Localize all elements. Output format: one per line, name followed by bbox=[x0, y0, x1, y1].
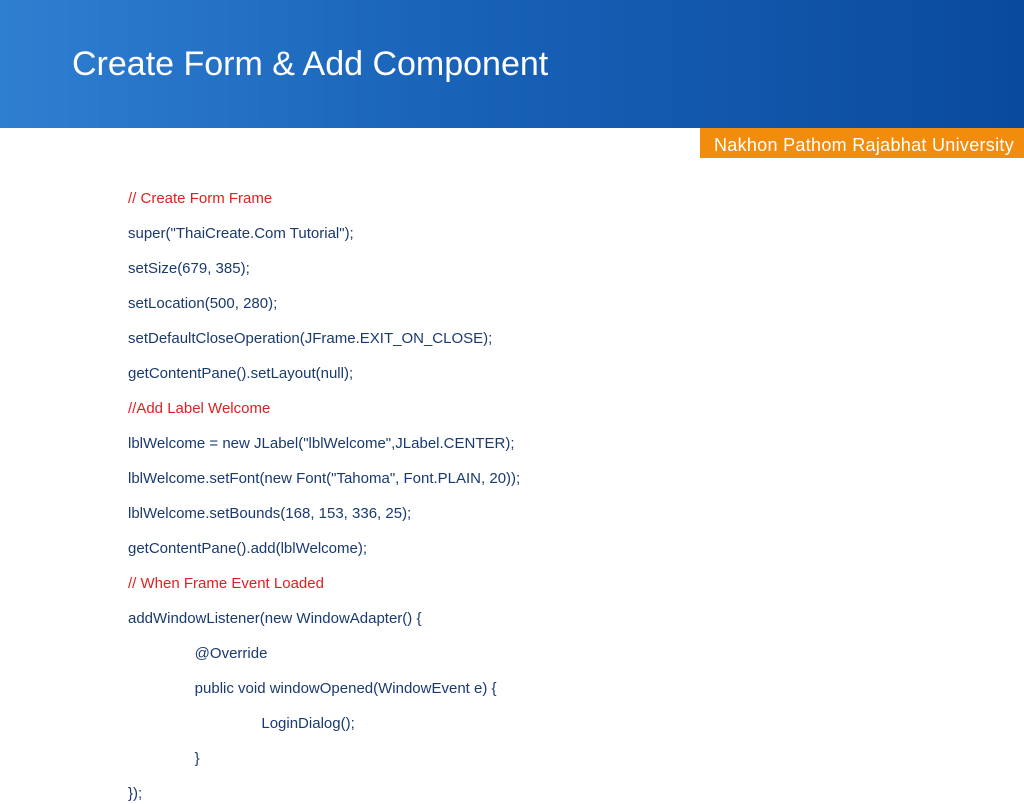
page-title: Create Form & Add Component bbox=[72, 45, 548, 84]
code-line: setDefaultCloseOperation(JFrame.EXIT_ON_… bbox=[128, 328, 1024, 349]
badge-row: Nakhon Pathom Rajabhat University bbox=[0, 128, 1024, 158]
code-line: //Add Label Welcome bbox=[128, 398, 1024, 419]
university-badge: Nakhon Pathom Rajabhat University bbox=[700, 128, 1024, 158]
code-line: setLocation(500, 280); bbox=[128, 293, 1024, 314]
code-line: LoginDialog(); bbox=[128, 713, 1024, 734]
code-line: } bbox=[128, 748, 1024, 769]
code-line: }); bbox=[128, 783, 1024, 804]
code-line: getContentPane().setLayout(null); bbox=[128, 363, 1024, 384]
code-line: addWindowListener(new WindowAdapter() { bbox=[128, 608, 1024, 629]
code-line: @Override bbox=[128, 643, 1024, 664]
code-line: public void windowOpened(WindowEvent e) … bbox=[128, 678, 1024, 699]
code-line: // Create Form Frame bbox=[128, 188, 1024, 209]
slide-header: Create Form & Add Component bbox=[0, 0, 1024, 128]
code-line: lblWelcome.setFont(new Font("Tahoma", Fo… bbox=[128, 468, 1024, 489]
code-content: // Create Form Frame super("ThaiCreate.Co… bbox=[0, 158, 1024, 804]
code-line: getContentPane().add(lblWelcome); bbox=[128, 538, 1024, 559]
code-line: super("ThaiCreate.Com Tutorial"); bbox=[128, 223, 1024, 244]
code-line: // When Frame Event Loaded bbox=[128, 573, 1024, 594]
code-line: lblWelcome.setBounds(168, 153, 336, 25); bbox=[128, 503, 1024, 524]
code-line: lblWelcome = new JLabel("lblWelcome",JLa… bbox=[128, 433, 1024, 454]
code-line: setSize(679, 385); bbox=[128, 258, 1024, 279]
